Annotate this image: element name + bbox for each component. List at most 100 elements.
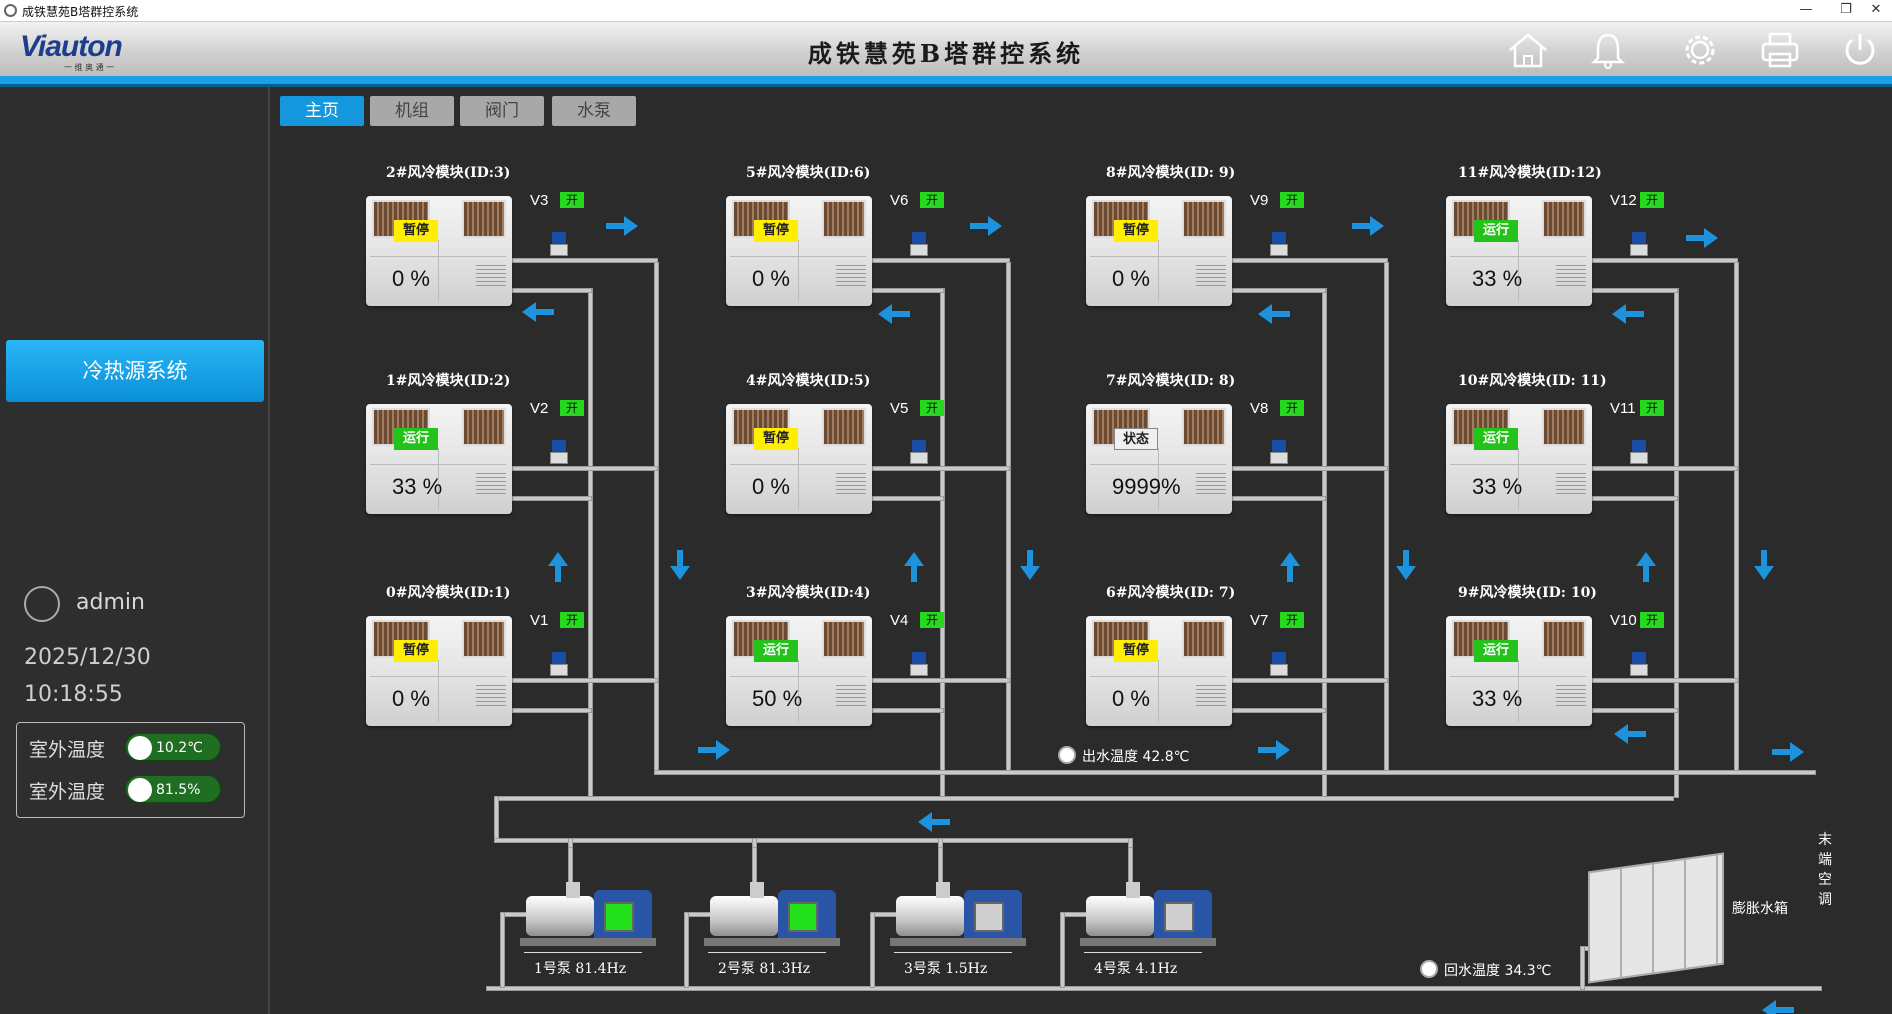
- valve-icon[interactable]: [1270, 440, 1288, 464]
- arrow-right-icon: [1772, 742, 1804, 762]
- pump-label-underline: [894, 952, 1012, 953]
- unit-supply-pipe: [512, 258, 658, 263]
- pump-run-indicator: [1164, 902, 1194, 932]
- chiller-unit[interactable]: 暂停 0 %: [1086, 196, 1232, 306]
- arrow-down-icon: [1754, 550, 1774, 580]
- unit-panel: [1556, 264, 1586, 286]
- condenser-coil: [822, 200, 866, 238]
- unit-supply-pipe: [1232, 466, 1388, 471]
- pump-label-underline: [1084, 952, 1202, 953]
- water-pump[interactable]: [890, 882, 1026, 952]
- chiller-unit[interactable]: 暂停 0 %: [726, 404, 872, 514]
- module-title: 5#风冷模块(ID:6): [746, 165, 871, 181]
- status-badge: 运行: [1474, 640, 1518, 662]
- supply-riser: [1384, 262, 1389, 772]
- valve-label: V4: [890, 612, 909, 629]
- valve-icon[interactable]: [1630, 440, 1648, 464]
- unit-return-pipe: [1232, 496, 1326, 501]
- pump-feed-pipe: [1128, 838, 1133, 848]
- unit-panel: [1556, 472, 1586, 494]
- arrow-down-icon: [670, 550, 690, 580]
- valve-icon[interactable]: [1630, 652, 1648, 676]
- module-title: 3#风冷模块(ID:4): [746, 585, 871, 601]
- valve-icon[interactable]: [550, 440, 568, 464]
- status-badge: 运行: [394, 428, 438, 450]
- chiller-unit[interactable]: 运行 50 %: [726, 616, 872, 726]
- valve-icon[interactable]: [550, 232, 568, 256]
- status-badge: 暂停: [1114, 640, 1158, 662]
- status-badge: 暂停: [754, 428, 798, 450]
- valve-icon[interactable]: [1270, 232, 1288, 256]
- unit-supply-pipe: [512, 678, 658, 683]
- valve-state-badge: 开: [560, 192, 584, 208]
- valve-state-badge: 开: [1280, 400, 1304, 416]
- arrow-right-icon: [606, 216, 638, 236]
- expansion-tank-label: 膨胀水箱: [1732, 901, 1788, 917]
- chiller-unit[interactable]: 运行 33 %: [1446, 196, 1592, 306]
- load-percent: 0 %: [392, 686, 430, 711]
- chiller-unit[interactable]: 状态 9999%: [1086, 404, 1232, 514]
- chiller-unit[interactable]: 运行 33 %: [1446, 404, 1592, 514]
- chiller-unit[interactable]: 运行 33 %: [1446, 616, 1592, 726]
- valve-icon[interactable]: [910, 232, 928, 256]
- valve-state-badge: 开: [1640, 192, 1664, 208]
- module-title: 6#风冷模块(ID: 7): [1106, 585, 1236, 601]
- valve-state-badge: 开: [920, 612, 944, 628]
- module-title: 2#风冷模块(ID:3): [386, 165, 511, 181]
- pump-run-indicator: [788, 902, 818, 932]
- load-percent: 33 %: [1472, 266, 1523, 291]
- unit-supply-pipe: [1592, 466, 1738, 471]
- condenser-coil: [462, 620, 506, 658]
- water-pump[interactable]: [1080, 882, 1216, 952]
- water-pump[interactable]: [704, 882, 840, 952]
- module-title: 1#风冷模块(ID:2): [386, 373, 511, 389]
- chiller-unit[interactable]: 暂停 0 %: [726, 196, 872, 306]
- unit-panel: [836, 264, 866, 286]
- unit-supply-pipe: [1232, 258, 1388, 263]
- module-title: 11#风冷模块(ID:12): [1458, 165, 1602, 181]
- unit-supply-pipe: [1592, 678, 1738, 683]
- unit-panel: [1196, 264, 1226, 286]
- unit-return-pipe: [1592, 708, 1678, 713]
- arrow-up-icon: [1280, 552, 1300, 582]
- return-riser: [1322, 288, 1327, 798]
- pump-inlet-pipe: [870, 912, 875, 988]
- unit-panel: [1196, 684, 1226, 706]
- arrow-down-icon: [1020, 550, 1040, 580]
- valve-label: V5: [890, 400, 909, 417]
- valve-icon[interactable]: [910, 652, 928, 676]
- chiller-unit[interactable]: 运行 33 %: [366, 404, 512, 514]
- unit-panel: [1158, 660, 1159, 722]
- load-percent: 0 %: [752, 266, 790, 291]
- arrow-left-icon: [878, 304, 910, 324]
- unit-panel: [1158, 240, 1159, 302]
- valve-icon[interactable]: [550, 652, 568, 676]
- valve-label: V11: [1610, 400, 1636, 417]
- valve-icon[interactable]: [1270, 652, 1288, 676]
- valve-label: V8: [1250, 400, 1269, 417]
- unit-panel: [836, 684, 866, 706]
- unit-panel: [476, 684, 506, 706]
- pump-base: [704, 938, 840, 946]
- valve-icon[interactable]: [1630, 232, 1648, 256]
- arrow-down-icon: [1396, 550, 1416, 580]
- condenser-coil: [462, 200, 506, 238]
- unit-supply-pipe: [872, 678, 1010, 683]
- pump-base: [890, 938, 1026, 946]
- valve-state-badge: 开: [1280, 192, 1304, 208]
- load-percent: 9999%: [1112, 474, 1181, 499]
- chiller-unit[interactable]: 暂停 0 %: [366, 196, 512, 306]
- condenser-coil: [822, 620, 866, 658]
- unit-supply-pipe: [1592, 258, 1738, 263]
- water-pump[interactable]: [520, 882, 656, 952]
- thermometer-icon: [1420, 960, 1438, 978]
- schematic-diagram: 2#风冷模块(ID:3) 暂停 0 % V3 开 5#风冷模块(ID:6) 暂停 0 % V6 开…: [0, 0, 1892, 1014]
- valve-icon[interactable]: [910, 440, 928, 464]
- chiller-unit[interactable]: 暂停 0 %: [366, 616, 512, 726]
- valve-state-badge: 开: [920, 400, 944, 416]
- unit-return-pipe: [1232, 708, 1326, 713]
- chiller-unit[interactable]: 暂停 0 %: [1086, 616, 1232, 726]
- pump-header: [494, 838, 1130, 843]
- valve-label: V7: [1250, 612, 1269, 629]
- unit-supply-pipe: [872, 258, 1010, 263]
